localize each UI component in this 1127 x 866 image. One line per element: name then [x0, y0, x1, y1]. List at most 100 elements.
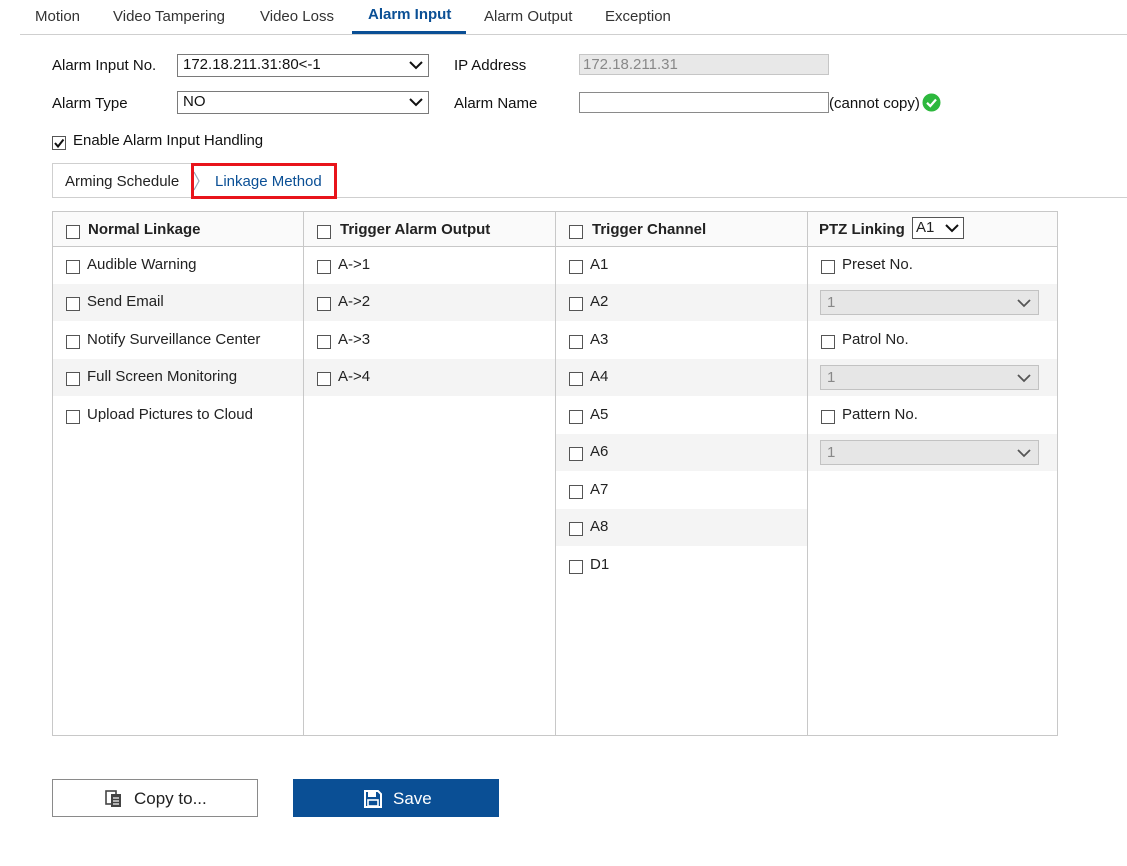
channel-a6-checkbox[interactable] — [569, 447, 583, 461]
check-circle-icon — [922, 93, 941, 112]
preset-label: Preset No. — [842, 256, 913, 273]
channel-a7-checkbox[interactable] — [569, 485, 583, 499]
ip-address-field: 172.18.211.31 — [579, 54, 829, 75]
patrol-select[interactable]: 1 — [820, 365, 1039, 390]
notify-center-checkbox[interactable] — [66, 335, 80, 349]
channel-a4-label: A4 — [590, 368, 609, 385]
tab-alarm-output[interactable]: Alarm Output — [484, 8, 572, 25]
channel-a3-checkbox[interactable] — [569, 335, 583, 349]
pattern-checkbox[interactable] — [821, 410, 835, 424]
normal-linkage-select-all[interactable] — [66, 225, 80, 240]
list-item: A4 — [556, 359, 807, 396]
preset-checkbox[interactable] — [821, 260, 835, 274]
tab-alarm-input[interactable]: Alarm Input — [368, 6, 451, 23]
chevron-down-icon — [945, 224, 959, 233]
alarm-output-4-checkbox[interactable] — [317, 372, 331, 386]
copy-icon — [105, 790, 121, 807]
alarm-name-input[interactable] — [579, 92, 829, 113]
enable-handling-checkbox[interactable] — [52, 136, 66, 151]
ptz-linking-title: PTZ Linking — [819, 221, 905, 238]
alarm-output-3-label: A->3 — [338, 331, 371, 348]
tab-exception[interactable]: Exception — [605, 8, 671, 25]
list-item: A1 — [556, 247, 807, 284]
trigger-channel-title: Trigger Channel — [592, 221, 707, 238]
chevron-down-icon — [1017, 374, 1031, 383]
patrol-label: Patrol No. — [842, 331, 909, 348]
channel-a7-label: A7 — [590, 481, 609, 498]
trigger-channel-select-all[interactable] — [569, 225, 583, 240]
channel-d1-checkbox[interactable] — [569, 560, 583, 574]
list-item: A->3 — [304, 322, 555, 359]
list-item: A7 — [556, 472, 807, 509]
channel-a8-checkbox[interactable] — [569, 522, 583, 536]
trigger-alarm-output-select-all[interactable] — [317, 225, 331, 240]
alarm-input-no-value: 172.18.211.31:80<-1 — [183, 56, 321, 73]
channel-a6-label: A6 — [590, 443, 609, 460]
enable-handling-label: Enable Alarm Input Handling — [73, 132, 264, 149]
list-item: A2 — [556, 284, 807, 321]
pattern-select[interactable]: 1 — [820, 440, 1039, 465]
alarm-output-2-checkbox[interactable] — [317, 297, 331, 311]
preset-value: 1 — [827, 294, 836, 311]
ptz-channel-value: A1 — [916, 219, 935, 236]
active-tab-underline — [352, 31, 466, 34]
cannot-copy-note: (cannot copy) — [829, 95, 920, 112]
normal-linkage-header: Normal Linkage — [53, 212, 303, 247]
checkmark-icon — [54, 138, 65, 149]
tab-arming-schedule[interactable]: Arming Schedule — [65, 173, 179, 190]
channel-d1-label: D1 — [590, 556, 610, 573]
list-item: A->1 — [304, 247, 555, 284]
patrol-value: 1 — [827, 369, 836, 386]
trigger-alarm-output-title: Trigger Alarm Output — [340, 221, 491, 238]
list-item: Preset No. — [808, 247, 1057, 284]
tab-video-loss[interactable]: Video Loss — [260, 8, 334, 25]
list-item: D1 — [556, 547, 807, 584]
list-item: A->4 — [304, 359, 555, 396]
ptz-linking-header: PTZ Linking A1 — [808, 212, 1057, 247]
tab-video-tampering[interactable]: Video Tampering — [113, 8, 225, 25]
list-item: A6 — [556, 434, 807, 471]
alarm-name-label: Alarm Name — [454, 95, 538, 112]
list-item: Pattern No. — [808, 397, 1057, 434]
audible-warning-label: Audible Warning — [87, 256, 197, 273]
chevron-down-icon — [1017, 449, 1031, 458]
full-screen-checkbox[interactable] — [66, 372, 80, 386]
normal-linkage-title: Normal Linkage — [88, 221, 201, 238]
chevron-down-icon — [409, 98, 423, 107]
tab-motion[interactable]: Motion — [35, 8, 80, 25]
preset-select[interactable]: 1 — [820, 290, 1039, 315]
list-item: A->2 — [304, 284, 555, 321]
ip-address-value: 172.18.211.31 — [583, 56, 678, 73]
alarm-output-3-checkbox[interactable] — [317, 335, 331, 349]
channel-a1-checkbox[interactable] — [569, 260, 583, 274]
send-email-label: Send Email — [87, 293, 164, 310]
floppy-disk-icon — [364, 790, 382, 808]
list-item: Audible Warning — [53, 247, 303, 284]
patrol-checkbox[interactable] — [821, 335, 835, 349]
list-item: A3 — [556, 322, 807, 359]
linkage-grid: Normal Linkage Audible Warning Send Emai… — [52, 211, 1058, 736]
alarm-output-2-label: A->2 — [338, 293, 371, 310]
alarm-type-select[interactable]: NO — [177, 91, 429, 114]
top-tab-bar: Motion Video Tampering Video Loss Alarm … — [20, 0, 1127, 35]
send-email-checkbox[interactable] — [66, 297, 80, 311]
channel-a5-checkbox[interactable] — [569, 410, 583, 424]
alarm-input-no-select[interactable]: 172.18.211.31:80<-1 — [177, 54, 429, 77]
channel-a2-checkbox[interactable] — [569, 297, 583, 311]
list-item: A5 — [556, 397, 807, 434]
save-button[interactable]: Save — [293, 779, 499, 817]
normal-linkage-column: Normal Linkage Audible Warning Send Emai… — [53, 212, 304, 735]
audible-warning-checkbox[interactable] — [66, 260, 80, 274]
channel-a8-label: A8 — [590, 518, 609, 535]
alarm-output-1-checkbox[interactable] — [317, 260, 331, 274]
list-item: Send Email — [53, 284, 303, 321]
copy-to-button[interactable]: Copy to... — [52, 779, 258, 817]
list-item: A8 — [556, 509, 807, 546]
upload-cloud-checkbox[interactable] — [66, 410, 80, 424]
list-item: Patrol No. — [808, 322, 1057, 359]
ptz-channel-select[interactable]: A1 — [912, 217, 964, 239]
pattern-value: 1 — [827, 444, 836, 461]
list-item: Full Screen Monitoring — [53, 359, 303, 396]
channel-a4-checkbox[interactable] — [569, 372, 583, 386]
list-item: 1 — [808, 434, 1057, 471]
